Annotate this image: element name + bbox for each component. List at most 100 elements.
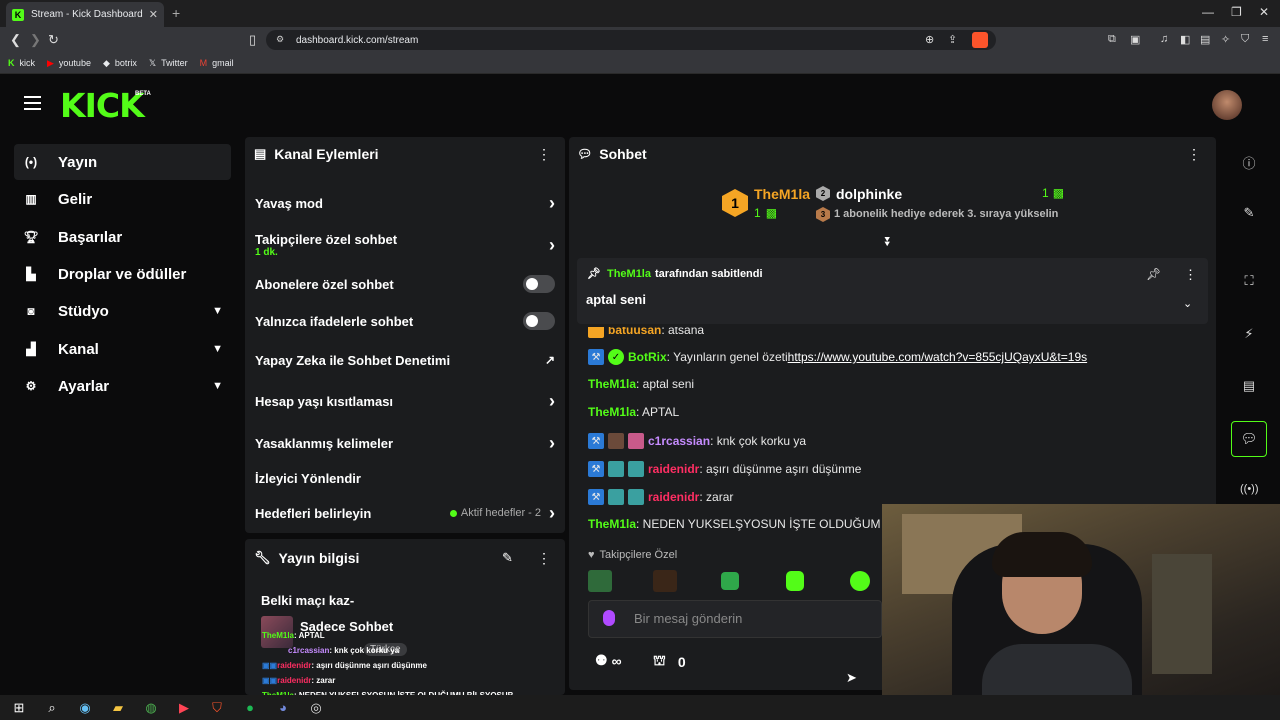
chat-overlay-preview: TheM1la: APTAL c1rcassian: knk çok korku… (262, 631, 513, 700)
reload-icon[interactable]: ↻ (48, 32, 59, 48)
chat-message: ⚒ raidenidr: zarar (588, 489, 733, 505)
ai-moderation-row[interactable]: Yapay Zeka ile Sohbet Denetimi ↗ (255, 350, 555, 370)
sidebar-item-gelir[interactable]: ▥ Gelir (14, 181, 231, 217)
leader2-name[interactable]: dolphinke (836, 186, 902, 202)
verified-badge-icon: ✓ (608, 349, 624, 365)
sidebar-item-ayarlar[interactable]: ⚙ Ayarlar ▼ (14, 368, 231, 404)
chevron-down-icon[interactable]: ⌄ (1183, 297, 1192, 310)
steam-icon[interactable]: ◉ (74, 697, 96, 719)
emote-4[interactable] (786, 571, 804, 591)
brave-icon[interactable]: ⛉ (206, 697, 228, 719)
new-tab-icon[interactable]: + (172, 5, 180, 21)
collapse-leaderboard-icon[interactable]: ⏬︎ (885, 234, 892, 250)
shelf (1152, 554, 1212, 674)
edit-pencil-icon[interactable]: ✎ (502, 550, 513, 566)
share-icon[interactable]: ⇪ (948, 33, 957, 46)
redirect-row[interactable]: İzleyici Yönlendir (255, 469, 555, 487)
chat-message: TheM1la: aptal seni (588, 377, 695, 391)
edit-icon[interactable]: ✎ (1240, 205, 1258, 221)
forward-icon[interactable]: ❯ (30, 32, 41, 48)
heart-icon: ♥ (588, 549, 595, 561)
extensions-icon[interactable]: ⧉ (1108, 33, 1116, 46)
chat-toggle-icon[interactable]: 💬︎ (1231, 421, 1267, 457)
channel-icon: ▟ (26, 342, 36, 356)
bookmark-twitter[interactable]: 𝕏 Twitter (149, 58, 188, 69)
sidebar-toggle-icon[interactable]: ◧ (1180, 33, 1190, 46)
moderator-badge-icon: ⚒ (588, 461, 604, 477)
bookmark-youtube[interactable]: ▶ youtube (47, 58, 91, 69)
emote-3[interactable] (721, 572, 739, 590)
sidebar-item-droplar[interactable]: ▙ Droplar ve ödüller (14, 256, 231, 292)
emotes-only-toggle[interactable] (523, 312, 555, 330)
kebab-menu-icon[interactable]: ⋮ (1184, 267, 1197, 283)
botrix-icon: ◆ (102, 57, 110, 68)
chevron-right-icon: › (549, 192, 555, 213)
bookmark-icon[interactable]: ▯ (249, 32, 256, 48)
browser-tab[interactable]: K Stream - Kick Dashboard ✕ (6, 2, 164, 27)
hamburger-menu-icon[interactable] (24, 96, 41, 110)
chevron-down-icon: ▼ (212, 343, 223, 355)
vpn-icon[interactable]: ⛉ (1241, 33, 1249, 46)
bookmark-botrix[interactable]: ◆ botrix (103, 58, 137, 69)
emote-5[interactable] (850, 571, 870, 591)
maximize-icon[interactable]: ❐ (1231, 5, 1242, 19)
points-count[interactable]: ⛫ 0 (653, 652, 686, 671)
tabs-icon[interactable]: ▤ (1200, 33, 1210, 46)
bookmark-kick[interactable]: Kkick (8, 58, 35, 68)
sidebar-item-yayin[interactable]: (•) Yayın (14, 144, 231, 180)
menu-icon[interactable]: ≡ (1262, 33, 1268, 45)
back-icon[interactable]: ❮ (10, 32, 21, 48)
subs-only-toggle[interactable] (523, 275, 555, 293)
obs-icon[interactable]: ◎ (305, 697, 327, 719)
settings-icon: ⚙ (25, 379, 37, 393)
followers-only-row[interactable]: Takipçilere özel sohbet 1 dk. › (255, 229, 555, 261)
emote-1[interactable] (588, 570, 612, 592)
broadcast-status-icon[interactable]: ((•)) (1240, 483, 1259, 495)
zoom-icon[interactable]: ⊕ (925, 33, 934, 46)
search-icon[interactable]: ⌕ (41, 697, 63, 719)
sidebar-item-kanal[interactable]: ▟ Kanal ▼ (14, 331, 231, 367)
kick-logo[interactable]: KICK (60, 86, 145, 125)
wallet-icon[interactable]: ▣ (1130, 33, 1140, 46)
studio-icon: ◙ (27, 304, 35, 318)
bookmark-gmail[interactable]: Mgmail (200, 58, 234, 68)
user-avatar[interactable] (1212, 90, 1242, 120)
chrome-icon[interactable]: ◍ (140, 697, 162, 719)
moderator-badge-icon: ⚒ (588, 349, 604, 365)
ai-icon[interactable]: ✧ (1221, 33, 1230, 46)
sidebar-item-studyo[interactable]: ◙ Stüdyo ▼ (14, 293, 231, 329)
revenue-icon: ▥ (25, 192, 37, 206)
chat-header: 💬︎ Sohbet (577, 146, 647, 162)
brave-shield-icon[interactable] (972, 32, 988, 48)
notes-icon[interactable]: ▤ (1240, 378, 1258, 394)
emote-2[interactable] (653, 570, 677, 592)
music-icon[interactable]: ♫ (1160, 33, 1168, 45)
stream-title: Belki maçı kaz- (261, 593, 355, 608)
kebab-menu-icon[interactable]: ⋮ (537, 550, 551, 567)
clip-icon[interactable]: ⛶ (1240, 273, 1258, 289)
site-info-icon[interactable]: ⚙ (276, 34, 284, 45)
discord-icon[interactable]: ◕ (272, 697, 294, 719)
mouse-cursor-icon: ➤ (846, 670, 857, 685)
banned-words-row[interactable]: Yasaklanmış kelimeler › (255, 432, 555, 454)
minimize-icon[interactable]: — (1202, 5, 1214, 19)
media-player-icon[interactable]: ▶ (173, 697, 195, 719)
leader1-name[interactable]: TheM1la (754, 186, 810, 202)
spotify-icon[interactable]: ● (239, 697, 261, 719)
mic-icon[interactable] (603, 610, 615, 626)
windows-start-icon[interactable]: ⊞ (8, 697, 30, 719)
account-age-row[interactable]: Hesap yaşı kısıtlaması › (255, 390, 555, 412)
goals-row[interactable]: Hedefleri belirleyin Aktif hedefler - 2 … (255, 502, 555, 524)
kebab-menu-icon[interactable]: ⋮ (537, 146, 551, 163)
slow-mode-row[interactable]: Yavaş mod › (255, 192, 555, 214)
unpin-icon[interactable]: 📌︎ (1146, 267, 1161, 281)
lightning-icon[interactable]: ⚡︎ (1240, 326, 1258, 342)
window-close-icon[interactable]: ✕ (1259, 5, 1269, 19)
sidebar-item-basarilar[interactable]: 🏆︎ Başarılar (14, 219, 231, 255)
kebab-menu-icon[interactable]: ⋮ (1187, 146, 1201, 163)
address-bar[interactable]: dashboard.kick.com/stream (266, 30, 996, 50)
file-explorer-icon[interactable]: ▰ (107, 697, 129, 719)
chat-link[interactable]: https://www.youtube.com/watch?v=855cjUQa… (788, 350, 1087, 364)
info-icon[interactable]: ⓘ (1240, 153, 1258, 172)
close-tab-icon[interactable]: ✕ (149, 8, 158, 21)
